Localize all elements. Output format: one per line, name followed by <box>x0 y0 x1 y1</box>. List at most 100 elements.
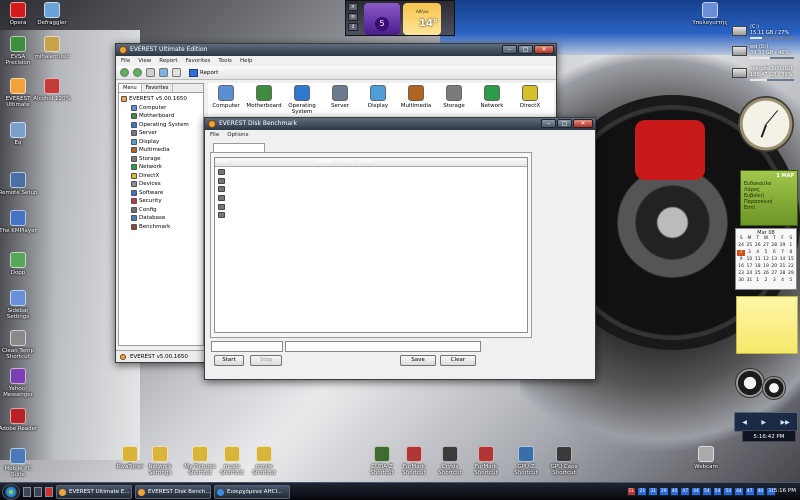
desktop-icon-computer[interactable]: Υπολογιστής <box>690 2 730 26</box>
calendar-day[interactable]: 1 <box>754 278 762 284</box>
category-item[interactable]: Operating System <box>284 83 320 119</box>
calendar-day[interactable]: 23 <box>737 271 745 277</box>
desktop-icon[interactable]: The KMPlayer <box>0 210 38 234</box>
calendar-day[interactable]: 2 <box>737 250 746 256</box>
drive-item[interactable]: wd (D:) 39.33 GB / 46% <box>732 44 798 62</box>
weather-gadget[interactable]: Αθήνα 14° <box>403 3 441 35</box>
tray-indicator[interactable]: 54 <box>712 487 723 496</box>
calendar-day[interactable]: 17 <box>745 264 753 270</box>
calendar-day[interactable]: 18 <box>754 264 762 270</box>
back-icon[interactable] <box>120 68 129 77</box>
calendar-day[interactable]: 8 <box>787 250 795 256</box>
desktop-icon[interactable]: Clean Temp Shortcut <box>0 330 38 360</box>
category-item[interactable]: DirectX <box>512 83 548 119</box>
tray-clock[interactable]: 5:16 PM <box>774 483 796 500</box>
tray-indicator[interactable]: 44 <box>691 487 701 496</box>
desktop-icon[interactable]: Webcam <box>686 446 726 470</box>
calendar-day[interactable]: 12 <box>762 257 770 263</box>
tree-item[interactable]: EVEREST v5.00.1650 <box>121 95 201 104</box>
maximize-button[interactable]: □ <box>518 45 533 54</box>
calendar-day[interactable]: 3 <box>745 250 753 256</box>
drive-item[interactable]: seagate 500 (G:) 181.47 GB / 39% <box>732 66 798 84</box>
desktop-icon[interactable]: Yahoo! Messenger <box>0 368 38 398</box>
column-cpu[interactable]: CPU% <box>335 158 357 166</box>
menu-report[interactable]: Report <box>159 56 177 66</box>
next-icon[interactable]: ▶▶ <box>781 419 790 426</box>
favorites-icon[interactable] <box>172 68 181 77</box>
tray-indicator[interactable]: 31 <box>648 487 658 496</box>
desktop-icon[interactable]: movie Shortcut <box>244 446 284 476</box>
desktop-icon[interactable]: Crysis Shortcut <box>430 446 470 476</box>
category-item[interactable]: Motherboard <box>246 83 282 119</box>
menu-file[interactable]: File <box>210 130 219 140</box>
tree-item[interactable]: Security <box>121 197 201 206</box>
save-button[interactable]: Save <box>400 355 436 366</box>
tray-indicator[interactable]: 54 <box>701 487 712 496</box>
category-item[interactable]: Multimedia <box>398 83 434 119</box>
calendar-day[interactable]: 4 <box>778 278 786 284</box>
desktop-icon[interactable]: FurMark Shortcut <box>394 446 434 476</box>
desktop-icon[interactable]: Adobe Reader <box>0 408 38 432</box>
tray-indicator[interactable]: 40 <box>755 487 766 496</box>
column-test[interactable]: Test <box>215 158 293 166</box>
desktop-icon[interactable]: GPU-Z Shortcut <box>506 446 546 476</box>
calendar-day[interactable]: 9 <box>737 257 745 263</box>
menu-help[interactable]: Help <box>240 56 253 66</box>
menu-file[interactable]: File <box>121 56 130 66</box>
start-button[interactable] <box>2 483 20 500</box>
tray-indicator[interactable]: EL <box>627 487 637 496</box>
calendar-day[interactable]: 24 <box>737 243 745 249</box>
start-button[interactable]: Start <box>214 355 244 366</box>
yahoo-gadget[interactable]: 5 <box>364 3 400 35</box>
category-item[interactable]: Storage <box>436 83 472 119</box>
tab-favorites[interactable]: Favorites <box>142 84 174 92</box>
calendar-day[interactable]: 30 <box>737 278 745 284</box>
map-gadget[interactable]: 1 MAP Ευδοκούλα Λάρος Ευβοϊκή Παρασκευή … <box>740 170 798 226</box>
tray-indicator[interactable]: 44 <box>734 487 744 496</box>
category-item[interactable]: Network <box>474 83 510 119</box>
play-icon[interactable]: ▶ <box>761 419 766 426</box>
calendar-day[interactable]: 28 <box>770 243 778 249</box>
desktop-icon[interactable]: Alcohol 120% <box>32 78 72 102</box>
tree-item[interactable]: Devices <box>121 180 201 189</box>
close-button[interactable]: ✕ <box>573 119 593 128</box>
menu-tools[interactable]: Tools <box>218 56 232 66</box>
minimize-button[interactable]: – <box>502 45 517 54</box>
tray-indicator[interactable]: 47 <box>680 487 691 496</box>
calendar-day[interactable]: 28 <box>778 271 786 277</box>
calendar-day[interactable]: 7 <box>778 250 786 256</box>
tree-item[interactable]: Motherboard <box>121 112 201 121</box>
calendar-day[interactable]: 27 <box>762 243 770 249</box>
up-icon[interactable] <box>146 68 155 77</box>
tree-item[interactable]: Multimedia <box>121 146 201 155</box>
calendar-day[interactable]: 11 <box>754 257 762 263</box>
desktop-icon[interactable]: Dopp <box>0 252 38 276</box>
benchmark-titlebar[interactable]: EVEREST Disk Benchmark – □ ✕ <box>205 118 595 130</box>
drive-item[interactable]: (C:) 15.11 GB / 27% <box>732 24 798 42</box>
table-row[interactable]: Linear Read (End) 76.2 MB/s 0 % Disk Drive … <box>215 184 527 193</box>
tree-item[interactable]: Computer <box>121 104 201 113</box>
gadget-close-button[interactable]: × <box>348 3 358 11</box>
switch-windows-icon[interactable] <box>34 486 42 497</box>
desktop-icon[interactable]: Remote Setup <box>0 172 38 196</box>
tray-indicator[interactable]: 40 <box>669 487 680 496</box>
tree-item[interactable]: Database <box>121 214 201 223</box>
menu-options[interactable]: Options <box>227 130 248 140</box>
tree-item[interactable]: Display <box>121 138 201 147</box>
desktop-icon[interactable]: Defraggler <box>32 2 72 26</box>
desktop-icon[interactable]: Sidebar Settings <box>0 290 38 320</box>
desktop-icon[interactable]: GPU Caps Shortcut <box>544 446 584 476</box>
tree-item[interactable]: DirectX <box>121 172 201 181</box>
category-item[interactable]: Computer <box>208 83 244 119</box>
tree-item[interactable]: Storage <box>121 155 201 164</box>
taskbar-button[interactable]: EVEREST Disk Bench... <box>135 484 211 499</box>
calendar-day[interactable]: 26 <box>754 243 762 249</box>
column-drive[interactable]: Drive <box>357 158 527 166</box>
tray-indicator[interactable]: 29 <box>658 487 669 496</box>
taskbar-button[interactable]: EVEREST Ultimate E... <box>56 484 132 499</box>
previous-icon[interactable]: ◀ <box>742 419 747 426</box>
tree-item[interactable]: Software <box>121 189 201 198</box>
calendar-day[interactable]: 1 <box>787 243 795 249</box>
refresh-icon[interactable] <box>159 68 168 77</box>
calendar-day[interactable]: 20 <box>770 264 778 270</box>
